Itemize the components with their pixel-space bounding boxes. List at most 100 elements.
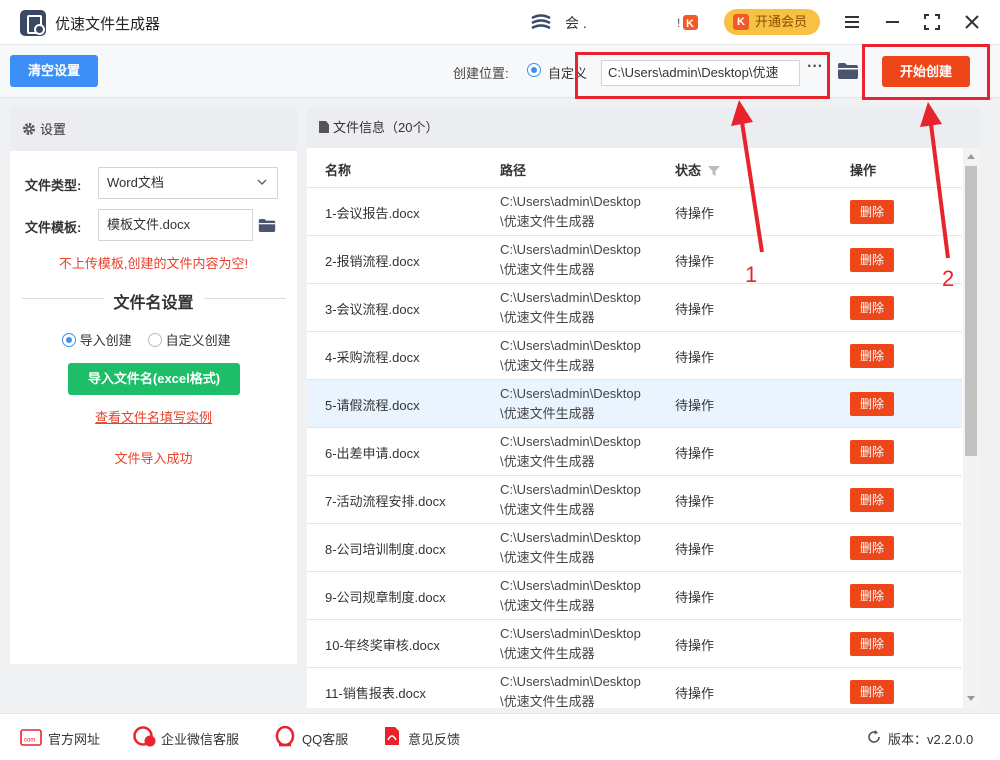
delete-button[interactable]: 删除 <box>850 536 894 560</box>
import-status: 文件导入成功 <box>114 451 193 466</box>
table-row[interactable]: 10-年终奖审核.docx C:\Users\admin\Desktop\优速文… <box>307 620 962 668</box>
file-name-cell: 8-公司培训制度.docx <box>325 542 446 557</box>
delete-button[interactable]: 删除 <box>850 584 894 608</box>
svg-text:!: ! <box>677 16 680 30</box>
table-row[interactable]: 11-销售报表.docx C:\Users\admin\Desktop\优速文件… <box>307 668 962 708</box>
divider <box>204 298 286 299</box>
delete-button[interactable]: 删除 <box>850 392 894 416</box>
table-row[interactable]: 1-会议报告.docx C:\Users\admin\Desktop\优速文件生… <box>307 188 962 236</box>
filename-example-link[interactable]: 查看文件名填写实例 <box>10 407 297 426</box>
chevron-down-icon <box>257 179 267 186</box>
file-name-cell: 2-报销流程.docx <box>325 254 420 269</box>
table-row[interactable]: 8-公司培训制度.docx C:\Users\admin\Desktop\优速文… <box>307 524 962 572</box>
file-path-cell: C:\Users\admin\Desktop\优速文件生成器 <box>500 674 641 708</box>
filename-section-title: 文件名设置 <box>113 295 194 312</box>
settings-header-label: 设置 <box>40 122 67 137</box>
minimize-icon[interactable] <box>880 10 904 34</box>
title-bar: 优速文件生成器 会 . ! K K 开通会员 <box>0 0 1000 45</box>
website-icon[interactable]: com <box>20 729 42 746</box>
file-name-cell: 7-活动流程安排.docx <box>325 494 446 509</box>
file-name-cell: 11-销售报表.docx <box>325 686 426 701</box>
file-path-cell: C:\Users\admin\Desktop\优速文件生成器 <box>500 386 641 421</box>
file-path-cell: C:\Users\admin\Desktop\优速文件生成器 <box>500 242 641 277</box>
file-path-cell: C:\Users\admin\Desktop\优速文件生成器 <box>500 626 641 661</box>
annotation-number-1: 1 <box>745 262 758 287</box>
delete-button[interactable]: 删除 <box>850 248 894 272</box>
maximize-icon[interactable] <box>920 10 944 34</box>
scroll-thumb[interactable] <box>965 166 977 456</box>
delete-button[interactable]: 删除 <box>850 296 894 320</box>
custom-mode-radio[interactable] <box>148 333 162 347</box>
file-name-cell: 1-会议报告.docx <box>325 206 420 221</box>
template-input[interactable]: 模板文件.docx <box>98 209 253 241</box>
delete-button[interactable]: 删除 <box>850 680 894 704</box>
import-filenames-button[interactable]: 导入文件名(excel格式) <box>68 363 240 395</box>
custom-mode-label: 自定义创建 <box>165 333 231 348</box>
svg-text:com: com <box>24 738 35 744</box>
column-header-status[interactable]: 状态 <box>675 160 720 179</box>
website-link[interactable]: 官方网址 <box>48 729 100 748</box>
footer: com 官方网址 企业微信客服 QQ客服 意见反馈 版本：v2.2.0.0 <box>0 713 1000 760</box>
menu-icon[interactable] <box>840 10 864 34</box>
file-name-cell: 3-会议流程.docx <box>325 302 420 317</box>
import-mode-label: 导入创建 <box>79 333 132 348</box>
location-label: 创建位置: <box>453 66 509 81</box>
user-name[interactable]: 会 . <box>565 13 587 33</box>
filter-icon[interactable] <box>707 166 720 176</box>
file-path-cell: C:\Users\admin\Desktop\优速文件生成器 <box>500 578 641 613</box>
table-scrollbar[interactable] <box>963 148 980 708</box>
table-row[interactable]: 2-报销流程.docx C:\Users\admin\Desktop\优速文件生… <box>307 236 962 284</box>
app-title: 优速文件生成器 <box>55 16 161 33</box>
import-mode-option[interactable]: 导入创建 <box>62 330 132 349</box>
file-info-panel: 文件信息（20个） 名称 路径 状态 操作 1-会议报告.docx C:\Use… <box>307 108 980 708</box>
refresh-icon[interactable] <box>866 729 882 745</box>
wechat-support-link[interactable]: 企业微信客服 <box>161 729 239 748</box>
user-avatar-icon[interactable] <box>528 12 554 34</box>
vip-badge-icon[interactable]: ! K <box>677 12 701 32</box>
file-info-header: 文件信息（20个） <box>307 108 980 148</box>
delete-button[interactable]: 删除 <box>850 488 894 512</box>
browse-folder-icon[interactable] <box>837 62 859 80</box>
feedback-icon[interactable] <box>384 726 400 746</box>
file-status-cell: 待操作 <box>675 302 715 317</box>
file-status-cell: 待操作 <box>675 542 715 557</box>
vip-button[interactable]: K 开通会员 <box>724 9 820 35</box>
file-status-cell: 待操作 <box>675 686 715 701</box>
delete-button[interactable]: 删除 <box>850 440 894 464</box>
file-path-cell: C:\Users\admin\Desktop\优速文件生成器 <box>500 194 641 229</box>
template-folder-icon[interactable] <box>258 218 276 233</box>
column-header-path: 路径 <box>500 163 527 178</box>
file-name-cell: 5-请假流程.docx <box>325 398 420 413</box>
wechat-icon[interactable] <box>133 726 157 748</box>
svg-text:K: K <box>686 18 694 30</box>
custom-mode-option[interactable]: 自定义创建 <box>148 330 231 349</box>
qq-icon[interactable] <box>274 726 296 748</box>
delete-button[interactable]: 删除 <box>850 344 894 368</box>
file-name-cell: 10-年终奖审核.docx <box>325 638 440 653</box>
feedback-link[interactable]: 意见反馈 <box>408 729 460 748</box>
table-row[interactable]: 3-会议流程.docx C:\Users\admin\Desktop\优速文件生… <box>307 284 962 332</box>
file-name-cell: 6-出差申请.docx <box>325 446 420 461</box>
table-row[interactable]: 6-出差申请.docx C:\Users\admin\Desktop\优速文件生… <box>307 428 962 476</box>
qq-support-link[interactable]: QQ客服 <box>302 729 348 748</box>
delete-button[interactable]: 删除 <box>850 632 894 656</box>
file-type-select[interactable]: Word文档 <box>98 167 278 199</box>
table-row[interactable]: 7-活动流程安排.docx C:\Users\admin\Desktop\优速文… <box>307 476 962 524</box>
document-icon <box>319 121 329 133</box>
scroll-up-icon[interactable] <box>967 154 975 159</box>
annotation-box-1 <box>575 52 830 99</box>
delete-button[interactable]: 删除 <box>850 200 894 224</box>
import-mode-radio[interactable] <box>62 333 76 347</box>
template-label: 文件模板: <box>25 220 82 235</box>
close-icon[interactable] <box>960 10 984 34</box>
table-row[interactable]: 4-采购流程.docx C:\Users\admin\Desktop\优速文件生… <box>307 332 962 380</box>
file-status-cell: 待操作 <box>675 398 715 413</box>
custom-location-radio[interactable] <box>527 63 541 77</box>
file-path-cell: C:\Users\admin\Desktop\优速文件生成器 <box>500 482 641 517</box>
scroll-down-icon[interactable] <box>967 696 975 701</box>
settings-panel: 设置 文件类型: Word文档 文件模板: 模板文件.docx 不上传模板,创建… <box>10 108 297 664</box>
annotation-number-2: 2 <box>942 266 955 291</box>
clear-settings-button[interactable]: 清空设置 <box>10 55 98 87</box>
table-row-highlighted[interactable]: 5-请假流程.docx C:\Users\admin\Desktop\优速文件生… <box>307 380 962 428</box>
table-row[interactable]: 9-公司规章制度.docx C:\Users\admin\Desktop\优速文… <box>307 572 962 620</box>
